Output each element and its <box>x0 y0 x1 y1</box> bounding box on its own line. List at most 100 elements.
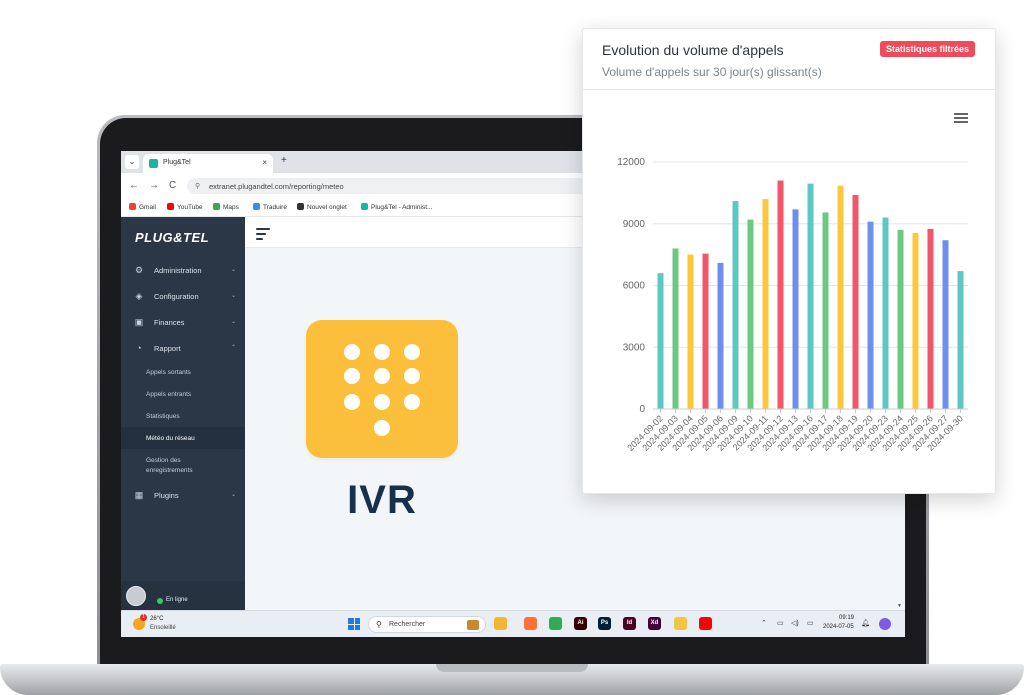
chart-bar[interactable] <box>927 228 934 409</box>
chart-bar[interactable] <box>657 273 664 409</box>
keypad-key-icon <box>344 344 360 360</box>
folder-icon[interactable] <box>674 617 687 630</box>
chart-bar[interactable] <box>762 199 769 409</box>
chart-bar[interactable] <box>837 185 844 409</box>
back-button[interactable]: ← <box>129 180 139 191</box>
new-tab-button[interactable]: + <box>281 155 287 166</box>
sidebar-item-finances[interactable]: ▣ Finances ⌄ <box>121 310 245 336</box>
sidebar-item-label: Configuration <box>154 292 199 301</box>
sidebar-subitem-gestion-enregistrements[interactable]: Gestion des enregistrements <box>121 449 245 481</box>
sidebar-subitem-label: Météo du réseau <box>146 435 195 442</box>
bookmark-label: Plug&Tel - Administ... <box>371 204 433 211</box>
chevron-up-icon[interactable]: ⌃ <box>761 619 767 627</box>
chart-subtitle: Volume d'appels sur 30 jour(s) glissant(… <box>602 65 822 79</box>
reload-button[interactable]: C <box>169 180 176 191</box>
chart-bar[interactable] <box>867 221 874 409</box>
chart-bar[interactable] <box>897 229 904 409</box>
sidebar-item-rapport[interactable]: ◔ Rapport ⌃ <box>121 336 245 362</box>
bookmark-item[interactable]: Gmail <box>129 203 156 211</box>
monitor-icon[interactable]: ▭ <box>777 619 784 627</box>
bookmark-favicon-icon <box>167 203 174 210</box>
scroll-down-arrow-icon[interactable]: ▼ <box>897 603 902 609</box>
sidebar-item-configuration[interactable]: ◈ Configuration ⌄ <box>121 284 245 310</box>
firefox-icon[interactable] <box>524 617 537 630</box>
search-placeholder: Rechercher <box>389 621 426 628</box>
clock-time[interactable]: 09:19 <box>839 615 854 621</box>
windows-taskbar: 1 26°C Ensoleillé ⚲ Rechercher Ai Ps Id Xd … <box>121 610 905 637</box>
browser-tab[interactable]: Plug&Tel × <box>143 154 273 173</box>
chart-bar[interactable] <box>777 180 784 409</box>
sidebar-subitem-appels-sortants[interactable]: Appels sortants <box>121 361 245 383</box>
bookmark-item[interactable]: YouTube <box>167 203 203 211</box>
tab-title: Plug&Tel <box>163 159 191 166</box>
bookmark-item[interactable]: Nouvel onglet <box>297 203 347 211</box>
site-info-icon[interactable]: ⚲ <box>195 182 200 190</box>
speaker-icon[interactable]: ◁) <box>791 619 799 627</box>
keypad-key-icon <box>344 394 360 410</box>
chart-card: Evolution du volume d'appels Volume d'ap… <box>582 28 996 494</box>
bookmark-item[interactable]: Maps <box>213 203 239 211</box>
bar-chart: 0300060009000120002024-09-022024-09-0320… <box>617 157 968 453</box>
chart-bar[interactable] <box>957 271 964 409</box>
copilot-icon[interactable] <box>879 618 891 630</box>
keypad-key-icon <box>404 394 420 410</box>
weather-temperature: 26°C <box>150 616 164 622</box>
chart-bar[interactable] <box>702 253 709 409</box>
sidebar-subitem-appels-entrants[interactable]: Appels entrants <box>121 383 245 405</box>
chart-bar[interactable] <box>672 248 679 409</box>
youtube-icon[interactable] <box>699 617 712 630</box>
bookmark-label: Gmail <box>139 204 156 211</box>
y-tick-label: 0 <box>639 404 645 415</box>
bookmark-item[interactable]: Traduire <box>253 203 287 211</box>
menu-toggle-icon[interactable] <box>256 228 270 243</box>
chevron-down-icon[interactable]: ⌄ <box>125 155 139 169</box>
chart-bar[interactable] <box>822 212 829 409</box>
chart-bar[interactable] <box>942 240 949 409</box>
y-tick-label: 9000 <box>623 219 646 230</box>
avatar[interactable] <box>126 586 146 606</box>
filter-badge: Statistiques filtrées <box>880 41 976 57</box>
bookmark-favicon-icon <box>253 203 260 210</box>
chart-bar[interactable] <box>882 217 889 409</box>
sidebar-item-label: Finances <box>154 318 185 327</box>
illustrator-icon[interactable]: Ai <box>574 617 587 630</box>
sidebar-subitem-statistiques[interactable]: Statistiques <box>121 405 245 427</box>
chart-bar[interactable] <box>912 233 919 409</box>
bookmark-favicon-icon <box>129 203 136 210</box>
photoshop-icon[interactable]: Ps <box>598 617 611 630</box>
chevron-down-icon: ⌄ <box>230 492 236 498</box>
close-icon[interactable]: × <box>262 158 267 167</box>
clock-date[interactable]: 2024-07-05 <box>823 624 854 630</box>
sidebar-subitem-label: Appels sortants <box>146 369 191 376</box>
chart-bar[interactable] <box>747 219 754 409</box>
battery-icon[interactable]: ▭ <box>807 619 814 627</box>
xd-icon[interactable]: Xd <box>648 617 661 630</box>
sidebar-item-plugins[interactable]: ▦ Plugins ⌄ <box>121 483 245 509</box>
plugtel-logo: PLUG&TEL <box>135 230 210 245</box>
chart-bar[interactable] <box>687 254 694 409</box>
sidebar-item-administration[interactable]: ⚙ Administration ⌄ <box>121 258 245 284</box>
search-highlight-icon <box>467 620 479 630</box>
chart-bar[interactable] <box>807 183 814 409</box>
sidebar-subitem-meteo-du-reseau[interactable]: Météo du réseau <box>121 427 245 449</box>
notification-bell-icon[interactable]: 🔔︎ <box>861 619 870 627</box>
chevron-down-icon: ⌄ <box>230 293 236 299</box>
indesign-icon[interactable]: Id <box>623 617 636 630</box>
chrome-icon[interactable] <box>549 617 562 630</box>
taskbar-search-input[interactable]: ⚲ Rechercher <box>368 616 486 633</box>
forward-button[interactable]: → <box>149 180 159 191</box>
chart-bar[interactable] <box>732 201 739 409</box>
windows-start-icon[interactable] <box>348 618 360 630</box>
chart-bar[interactable] <box>792 209 799 409</box>
ivr-keypad-tile <box>306 320 458 458</box>
file-explorer-icon[interactable] <box>494 617 507 630</box>
chart-bar[interactable] <box>717 262 724 409</box>
weather-badge: 1 <box>140 614 147 621</box>
plugtel-favicon-icon <box>149 159 158 168</box>
chart-bar[interactable] <box>852 194 859 409</box>
bookmark-label: YouTube <box>177 204 203 211</box>
keypad-key-icon <box>374 344 390 360</box>
online-status-icon <box>157 598 163 604</box>
y-tick-label: 6000 <box>623 281 646 292</box>
bookmark-item[interactable]: Plug&Tel - Administ... <box>361 203 432 211</box>
